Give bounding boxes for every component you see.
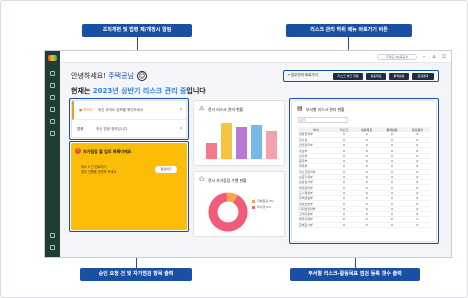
minus-icon[interactable]: –: [421, 54, 427, 60]
topbar: 주택도시보증공사 – ⌂ ⎋: [60, 51, 451, 63]
self-check-status-card: ⚇ 전사 자가점검 수행 현황 자체점검 0% 미수행 0%: [193, 171, 285, 237]
highlight-self-check: [69, 141, 189, 232]
menu-icon[interactable]: [50, 71, 55, 76]
menu-icon[interactable]: [50, 119, 55, 124]
legend-label: 미수행 0%: [257, 205, 271, 209]
period-highlight: 2023년 상반기 리스크 관리 중: [92, 87, 187, 95]
menu-icon[interactable]: [50, 83, 55, 88]
bar-chart: [202, 123, 280, 160]
callout-approval: 승인 요청 건 및 자가점검 항목 출력: [80, 268, 192, 281]
callout-shortcut: 리스크 관리 하위 메뉴 바로가기 버튼: [286, 24, 412, 37]
menu-icon[interactable]: [50, 131, 55, 136]
callout-line: [137, 37, 138, 51]
greeting-line1: 안녕하세요! 주택공님 ☺: [71, 71, 147, 81]
greeting-line2: 현재는 2023년 상반기 리스크 관리 중입니다: [71, 86, 206, 96]
legend-swatch: [252, 206, 255, 209]
greeting-prefix: 안녕하세요!: [71, 72, 109, 80]
logo-icon: [48, 55, 57, 61]
menu-icon[interactable]: [50, 95, 55, 100]
period-suffix: 입니다: [186, 87, 206, 95]
settings-icon[interactable]: [50, 233, 55, 238]
sidebar: [45, 51, 60, 257]
highlight-dept-table: [289, 98, 439, 244]
logout-icon[interactable]: ⎋: [441, 54, 447, 60]
bar: [236, 127, 247, 159]
user-name: 주택공님: [108, 72, 134, 80]
callout-org-notice: 조직개편 및 법령 제/개정시 알림: [82, 24, 192, 37]
legend-swatch: [252, 200, 255, 203]
home-icon[interactable]: ⌂: [431, 54, 437, 60]
smile-icon: ☺: [137, 71, 147, 81]
donut-chart: [208, 192, 255, 232]
callout-dept-count: 부서별 리스크-활동목표 점검 등록 갯수 출력: [290, 268, 420, 281]
bar: [266, 131, 277, 159]
risk-status-card: ⚠ 전사 리스크 관리 현황: [193, 100, 285, 166]
logout-icon[interactable]: [50, 245, 55, 250]
highlight-shortcut: [283, 70, 439, 82]
user-selector[interactable]: 주택도시보증공사: [377, 54, 417, 60]
bar: [251, 125, 262, 159]
period-prefix: 현재는: [71, 87, 93, 95]
bar: [221, 123, 232, 159]
menu-icon[interactable]: [50, 107, 55, 112]
legend-label: 자체점검 0%: [257, 199, 274, 203]
bar: [206, 143, 217, 159]
highlight-notice: [69, 98, 189, 140]
